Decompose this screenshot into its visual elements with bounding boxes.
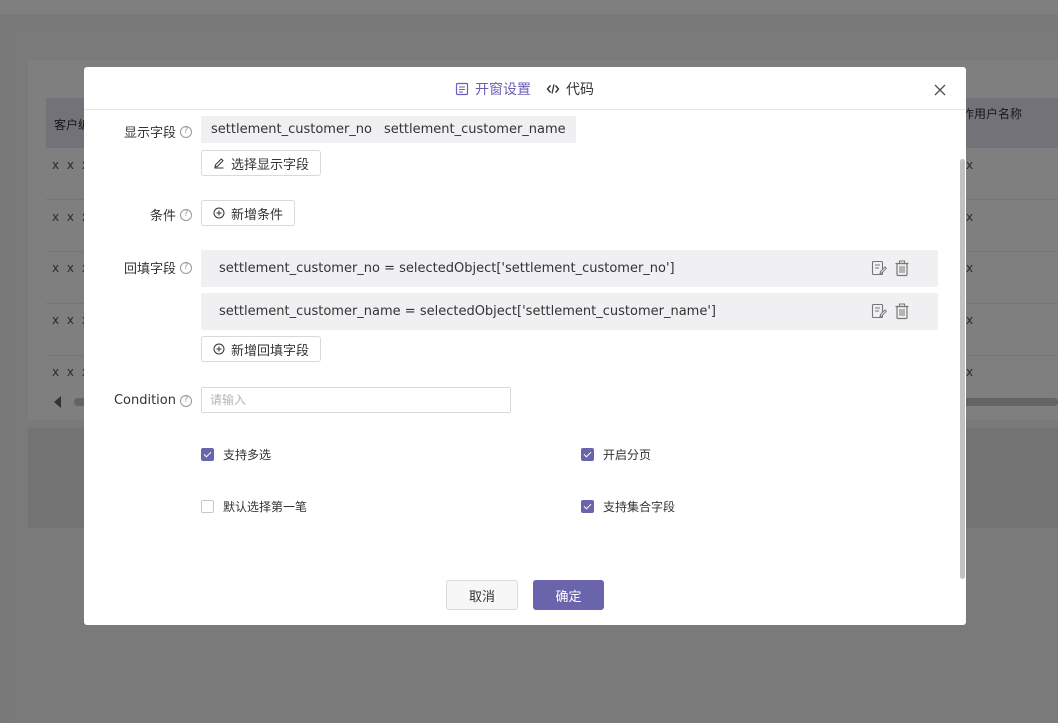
backfill-expression: settlement_customer_name = selectedObjec… [219, 304, 716, 319]
tab-label: 开窗设置 [475, 82, 531, 98]
collection-fields-checkbox[interactable]: 支持集合字段 [581, 498, 675, 515]
multi-select-checkbox[interactable]: 支持多选 [201, 446, 271, 463]
button-label: 新增回填字段 [231, 343, 310, 359]
popup-settings-dialog: 开窗设置 代码 显示字段 ? settlement_customer_no se… [84, 67, 966, 625]
help-icon[interactable]: ? [180, 261, 192, 274]
confirm-button[interactable]: 确定 [533, 580, 604, 610]
dialog-header: 开窗设置 代码 [84, 67, 966, 110]
button-label: 新增条件 [231, 207, 284, 223]
checkbox-label: 开启分页 [603, 448, 652, 462]
trash-icon[interactable] [894, 303, 910, 320]
close-icon[interactable] [933, 83, 947, 97]
display-fields-label: 显示字段 ? [104, 122, 192, 141]
checkbox-checked[interactable] [581, 500, 594, 513]
plus-circle-icon [213, 207, 225, 219]
help-icon[interactable]: ? [180, 394, 192, 407]
button-label: 选择显示字段 [231, 157, 310, 173]
checkbox-label: 默认选择第一笔 [223, 500, 308, 514]
label-text: Condition [113, 393, 176, 408]
tab-popup-settings[interactable]: 开窗设置 [455, 79, 531, 99]
plus-circle-icon [213, 343, 225, 355]
backfill-row: settlement_customer_no = selectedObject[… [201, 250, 938, 287]
backfill-expression: settlement_customer_no = selectedObject[… [219, 261, 675, 276]
display-field-chip: settlement_customer_no [201, 116, 382, 143]
tab-label: 代码 [566, 82, 594, 98]
add-condition-button[interactable]: 新增条件 [201, 200, 296, 226]
tab-code[interactable]: 代码 [546, 79, 594, 99]
label-text: 回填字段 [123, 262, 176, 277]
checkbox-label: 支持多选 [223, 448, 272, 462]
label-text: 显示字段 [123, 126, 176, 141]
help-icon[interactable]: ? [180, 125, 192, 138]
edit-note-icon[interactable] [871, 303, 887, 320]
backfill-row: settlement_customer_name = selectedObjec… [201, 293, 938, 330]
checkbox-unchecked[interactable] [201, 500, 214, 513]
vertical-scrollbar[interactable] [960, 159, 965, 579]
condition-input[interactable] [201, 387, 511, 413]
checkbox-label: 支持集合字段 [603, 500, 676, 514]
checkbox-checked[interactable] [581, 448, 594, 461]
select-display-fields-button[interactable]: 选择显示字段 [201, 150, 322, 176]
edit-note-icon[interactable] [871, 260, 887, 277]
document-icon [455, 82, 469, 96]
display-field-chip: settlement_customer_name [374, 116, 576, 143]
pagination-checkbox[interactable]: 开启分页 [581, 446, 651, 463]
conditions-label: 条件 ? [104, 205, 192, 224]
trash-icon[interactable] [894, 260, 910, 277]
edit-icon [214, 158, 224, 169]
help-icon[interactable]: ? [180, 208, 192, 221]
select-first-default-checkbox[interactable]: 默认选择第一笔 [201, 498, 307, 515]
add-backfill-field-button[interactable]: 新增回填字段 [201, 336, 322, 362]
condition-input-label: Condition ? [104, 393, 192, 408]
cancel-button[interactable]: 取消 [446, 580, 518, 610]
checkbox-checked[interactable] [201, 448, 214, 461]
dialog-body: 显示字段 ? settlement_customer_no settlement… [84, 111, 966, 581]
backfill-fields-label: 回填字段 ? [104, 258, 192, 277]
code-icon [546, 84, 560, 94]
label-text: 条件 [149, 209, 176, 224]
